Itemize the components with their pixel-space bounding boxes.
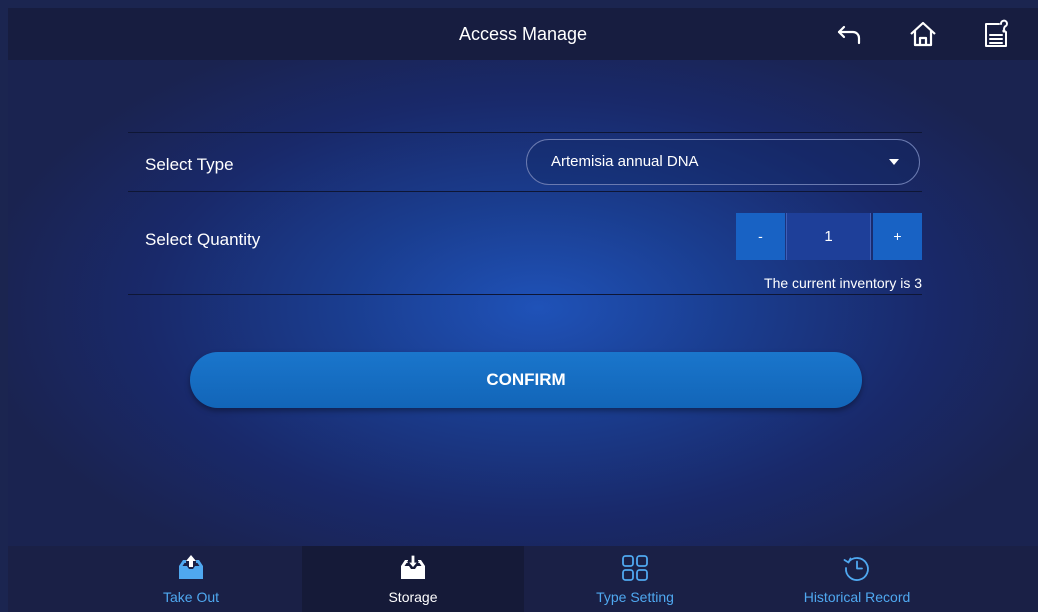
form-divider-bottom — [128, 294, 922, 295]
top-bar: Access Manage — [8, 8, 1038, 60]
tab-storage-label: Storage — [388, 589, 438, 605]
tab-take-out-label: Take Out — [162, 589, 220, 605]
grid-icon — [619, 552, 651, 584]
confirm-button[interactable]: CONFIRM — [190, 352, 862, 408]
quantity-decrement-button[interactable]: - — [736, 213, 785, 260]
select-quantity-label: Select Quantity — [145, 230, 261, 249]
tab-historical-record[interactable]: Historical Record — [746, 546, 968, 612]
back-arrow-icon[interactable] — [834, 18, 866, 50]
quantity-increment-button[interactable]: + — [873, 213, 922, 260]
type-dropdown-value: Artemisia annual DNA — [551, 153, 699, 170]
form-divider-middle — [128, 191, 922, 192]
tab-take-out[interactable]: Take Out — [80, 546, 302, 612]
quantity-value[interactable]: 1 — [786, 213, 871, 260]
tab-type-setting-label: Type Setting — [596, 589, 674, 605]
tab-storage[interactable]: Storage — [302, 546, 524, 612]
quantity-stepper: - 1 + — [736, 213, 922, 260]
select-type-label: Select Type — [145, 155, 234, 174]
app-screen: Access Manage Select Type Artemisia annu… — [8, 8, 1038, 612]
bottom-tab-bar: Take Out Storage Type Setting Historical… — [8, 546, 1038, 612]
inventory-text: The current inventory is 3 — [764, 275, 922, 291]
form-divider-top — [128, 132, 922, 133]
tab-type-setting[interactable]: Type Setting — [524, 546, 746, 612]
home-icon[interactable] — [907, 18, 939, 50]
page-title: Access Manage — [458, 24, 588, 44]
tab-historical-record-label: Historical Record — [803, 589, 911, 605]
dropdown-caret-icon — [889, 159, 899, 165]
history-clock-icon — [841, 552, 873, 584]
take-out-tray-icon — [175, 552, 207, 584]
type-dropdown[interactable]: Artemisia annual DNA — [526, 139, 920, 185]
help-document-icon[interactable] — [980, 18, 1012, 50]
storage-tray-icon — [397, 552, 429, 584]
